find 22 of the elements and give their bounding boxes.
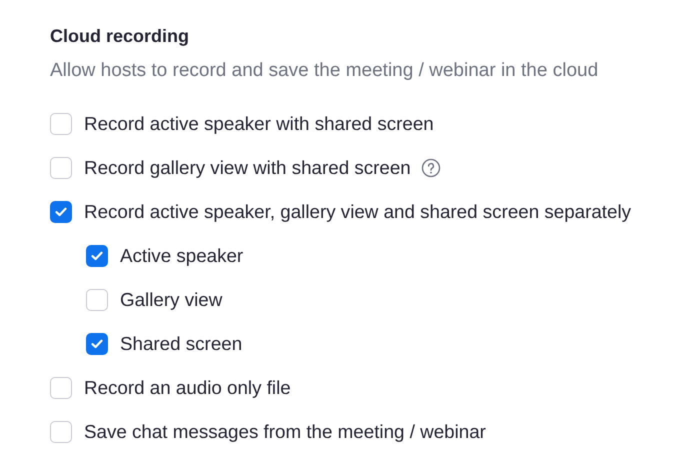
checkbox[interactable] (86, 333, 108, 355)
option-label: Shared screen (120, 333, 242, 355)
option-label: Record an audio only file (84, 377, 291, 399)
checkbox[interactable] (50, 201, 72, 223)
help-icon[interactable] (420, 158, 441, 178)
option-label: Record gallery view with shared screen (84, 157, 411, 179)
checkbox[interactable] (50, 377, 72, 399)
section-title: Cloud recording (50, 25, 190, 48)
checkbox[interactable] (50, 113, 72, 135)
option-label: Save chat messages from the meeting / webinar (84, 421, 486, 443)
checkbox[interactable] (86, 245, 108, 267)
check-icon (55, 207, 67, 217)
option-label: Active speaker (120, 245, 244, 267)
option-label: Record active speaker, gallery view and shared screen separately (84, 201, 632, 223)
option-label: Record active speaker with shared screen (84, 113, 434, 135)
checkbox[interactable] (50, 157, 72, 179)
check-icon (91, 251, 103, 261)
checkbox[interactable] (86, 289, 108, 311)
checkbox[interactable] (50, 421, 72, 443)
option-label: Gallery view (120, 289, 222, 311)
check-icon (91, 339, 103, 349)
section-description: Allow hosts to record and save the meeting / webinar in the cloud (50, 59, 600, 83)
